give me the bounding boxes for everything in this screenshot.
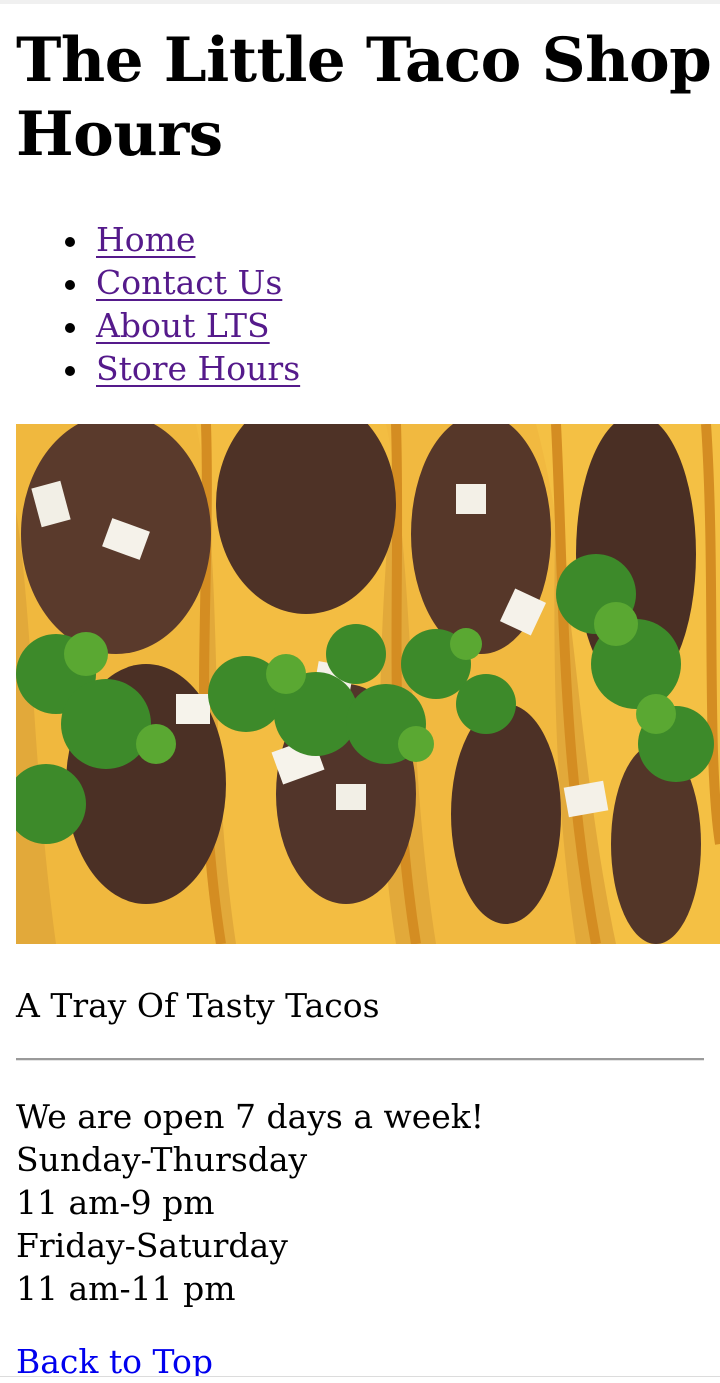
page-title: The Little Taco Shop Hours (16, 25, 712, 170)
nav-item-contact: Contact Us (65, 261, 300, 304)
nav-item-store-hours: Store Hours (65, 347, 300, 390)
bullet-icon (65, 280, 75, 290)
photo-caption: A Tray Of Tasty Tacos (16, 986, 380, 1025)
divider (16, 1058, 704, 1061)
nav-link-about-lts[interactable]: About LTS (96, 306, 270, 345)
hours-time-weekday: 11 am-9 pm (16, 1183, 215, 1222)
tacos-photo (16, 424, 720, 944)
bullet-icon (65, 366, 75, 376)
nav-link-store-hours[interactable]: Store Hours (96, 349, 300, 388)
bullet-icon (65, 237, 75, 247)
nav-item-home: Home (65, 218, 300, 261)
hours-days-weekend: Friday-Saturday (16, 1226, 288, 1265)
bullet-icon (65, 323, 75, 333)
nav-item-about: About LTS (65, 304, 300, 347)
nav-link-contact-us[interactable]: Contact Us (96, 263, 282, 302)
hours-days-weekday: Sunday-Thursday (16, 1140, 308, 1179)
store-hours: We are open 7 days a week! Sunday-Thursd… (16, 1095, 484, 1310)
nav-link-home[interactable]: Home (96, 220, 195, 259)
hours-time-weekend: 11 am-11 pm (16, 1269, 236, 1308)
main-nav: Home Contact Us About LTS Store Hours (16, 218, 300, 390)
hours-intro: We are open 7 days a week! (16, 1097, 485, 1136)
browser-top-edge (0, 0, 720, 4)
